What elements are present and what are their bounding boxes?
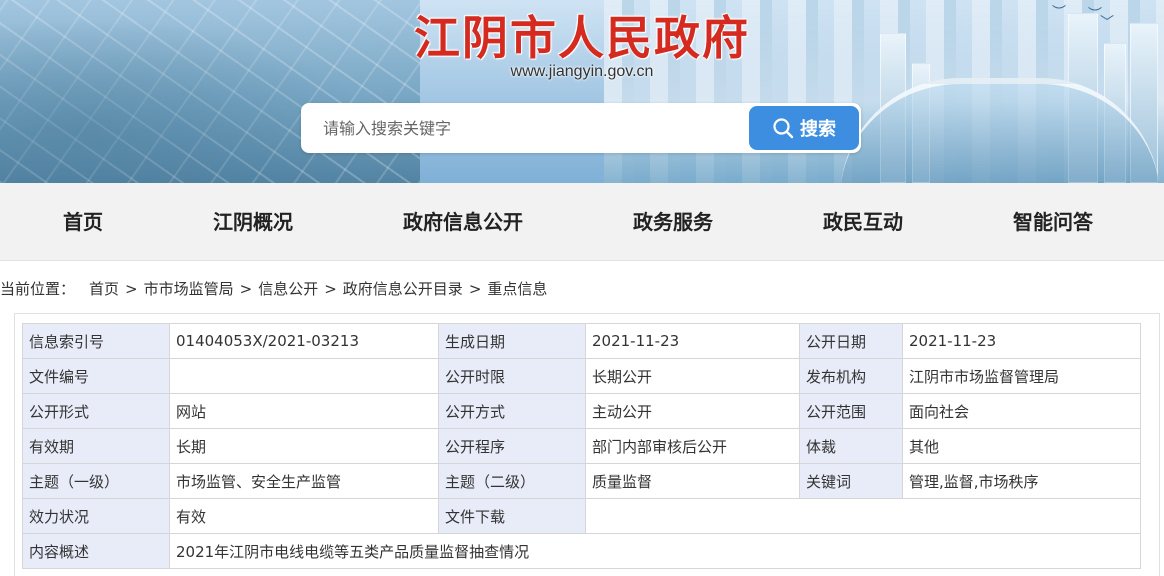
- file-download-value: [585, 498, 1141, 534]
- info-value: 江阴市市场监督管理局: [902, 358, 1141, 394]
- site-url: www.jiangyin.gov.cn: [510, 63, 654, 80]
- breadcrumb: 当前位置： 首页 > 市市场监管局 > 信息公开 > 政府信息公开目录 > 重点信息: [0, 278, 547, 298]
- info-value: [169, 358, 439, 394]
- table-row: 信息索引号 01404053X/2021-03213 生成日期 2021-11-…: [22, 323, 1141, 359]
- search-button-label: 搜索: [800, 119, 836, 140]
- nav-item-gov-services[interactable]: 政务服务: [633, 183, 713, 261]
- nav-item-home[interactable]: 首页: [63, 183, 103, 261]
- nav-item-interaction[interactable]: 政民互动: [823, 183, 903, 261]
- info-value: 质量监督: [585, 463, 800, 499]
- main-nav: 首页 江阴概况 政府信息公开 政务服务 政民互动 智能问答: [0, 183, 1164, 261]
- info-value: 2021-11-23: [902, 323, 1141, 359]
- info-value: 部门内部审核后公开: [585, 428, 800, 464]
- table-row: 内容概述 2021年江阴市电线电缆等五类产品质量监督抽查情况: [22, 533, 1141, 569]
- table-row: 效力状况 有效 文件下载: [22, 498, 1141, 534]
- breadcrumb-separator: >: [324, 280, 337, 298]
- info-key: 公开形式: [22, 393, 170, 429]
- search-input[interactable]: [301, 103, 746, 153]
- info-key: 公开范围: [799, 393, 903, 429]
- info-key: 内容概述: [22, 533, 170, 569]
- info-key: 生成日期: [438, 323, 586, 359]
- info-key: 公开程序: [438, 428, 586, 464]
- nav-item-gov-info-disclosure[interactable]: 政府信息公开: [403, 183, 523, 261]
- info-key: 文件编号: [22, 358, 170, 394]
- info-value: 管理,监督,市场秩序: [902, 463, 1141, 499]
- info-key: 效力状况: [22, 498, 170, 534]
- site-title: 江阴市人民政府: [414, 11, 750, 65]
- info-key: 有效期: [22, 428, 170, 464]
- info-key: 关键词: [799, 463, 903, 499]
- info-value: 市场监管、安全生产监管: [169, 463, 439, 499]
- breadcrumb-disclosure-catalog[interactable]: 政府信息公开目录: [343, 280, 463, 298]
- info-value: 其他: [902, 428, 1141, 464]
- file-download-label: 文件下载: [438, 498, 586, 534]
- search-button[interactable]: 搜索: [749, 106, 859, 150]
- nav-item-jiangyin-overview[interactable]: 江阴概况: [213, 183, 293, 261]
- nav-item-smart-qa[interactable]: 智能问答: [1013, 183, 1093, 261]
- info-value: 长期公开: [585, 358, 800, 394]
- info-key: 发布机构: [799, 358, 903, 394]
- search-box: 搜索: [301, 103, 861, 153]
- info-key: 信息索引号: [22, 323, 170, 359]
- breadcrumb-prefix: 当前位置：: [0, 280, 76, 298]
- breadcrumb-separator: >: [239, 280, 253, 298]
- breadcrumb-market-bureau[interactable]: 市市场监管局: [144, 280, 234, 298]
- info-value: 网站: [169, 393, 439, 429]
- table-row: 主题（一级） 市场监管、安全生产监管 主题（二级） 质量监督 关键词 管理,监督…: [22, 463, 1141, 499]
- breadcrumb-separator: >: [468, 280, 482, 298]
- breadcrumb-key-info[interactable]: 重点信息: [487, 280, 547, 298]
- breadcrumb-separator: >: [125, 280, 138, 298]
- info-key: 公开时限: [438, 358, 586, 394]
- search-icon: [772, 117, 794, 139]
- info-value: 主动公开: [585, 393, 800, 429]
- table-row: 公开形式 网站 公开方式 主动公开 公开范围 面向社会: [22, 393, 1141, 429]
- info-value: 长期: [169, 428, 439, 464]
- info-value: 面向社会: [902, 393, 1141, 429]
- content-summary: 2021年江阴市电线电缆等五类产品质量监督抽查情况: [169, 533, 1141, 569]
- info-key: 主题（二级）: [438, 463, 586, 499]
- info-value: 2021-11-23: [585, 323, 800, 359]
- info-key: 公开方式: [438, 393, 586, 429]
- info-key: 公开日期: [799, 323, 903, 359]
- breadcrumb-home[interactable]: 首页: [89, 280, 119, 298]
- breadcrumb-info-disclosure[interactable]: 信息公开: [258, 280, 318, 298]
- table-row: 有效期 长期 公开程序 部门内部审核后公开 体裁 其他: [22, 428, 1141, 464]
- info-metadata-table: 信息索引号 01404053X/2021-03213 生成日期 2021-11-…: [22, 323, 1141, 569]
- table-row: 文件编号 公开时限 长期公开 发布机构 江阴市市场监督管理局: [22, 358, 1141, 394]
- header-banner: ︶ ︶ ﹀ 江阴市人民政府 www.jiangyin.gov.cn 搜索: [0, 0, 1164, 183]
- info-key: 体裁: [799, 428, 903, 464]
- info-value: 01404053X/2021-03213: [169, 323, 439, 359]
- info-value: 有效: [169, 498, 439, 534]
- info-key: 主题（一级）: [22, 463, 170, 499]
